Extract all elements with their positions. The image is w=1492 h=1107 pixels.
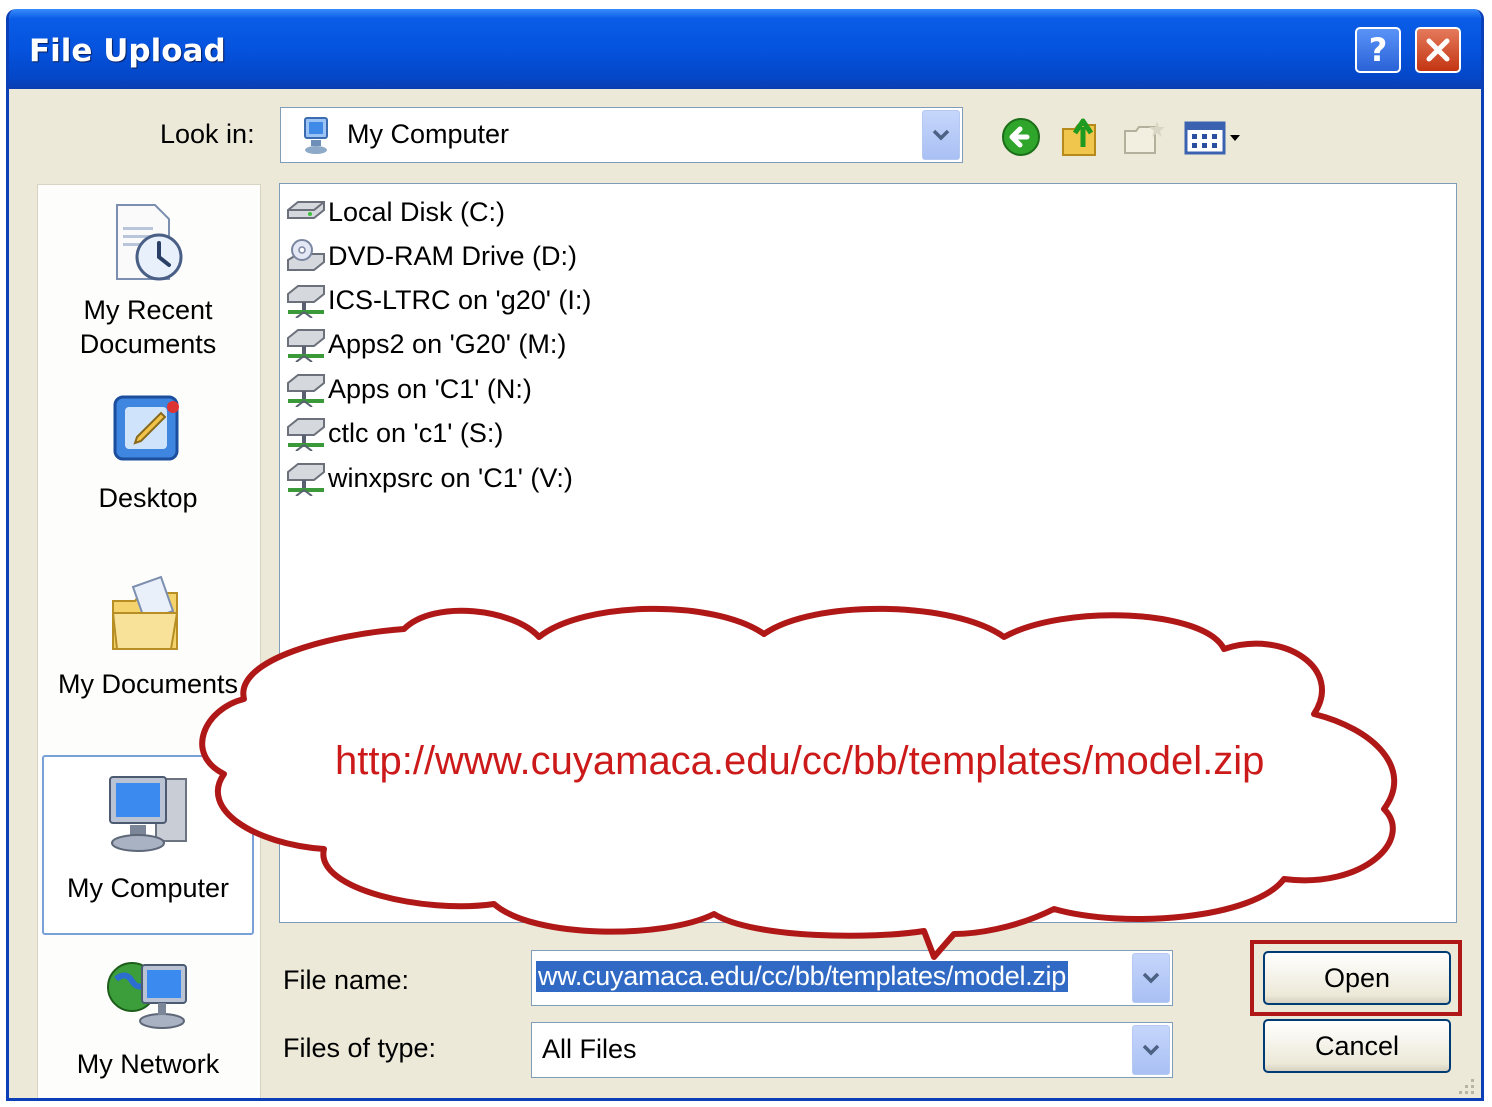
file-upload-dialog: File Upload ? Look in: My Computer My Re… <box>6 9 1484 1101</box>
callout-url-text: http://www.cuyamaca.edu/cc/bb/templates/… <box>335 739 1265 783</box>
callout-cloud <box>199 605 1398 960</box>
